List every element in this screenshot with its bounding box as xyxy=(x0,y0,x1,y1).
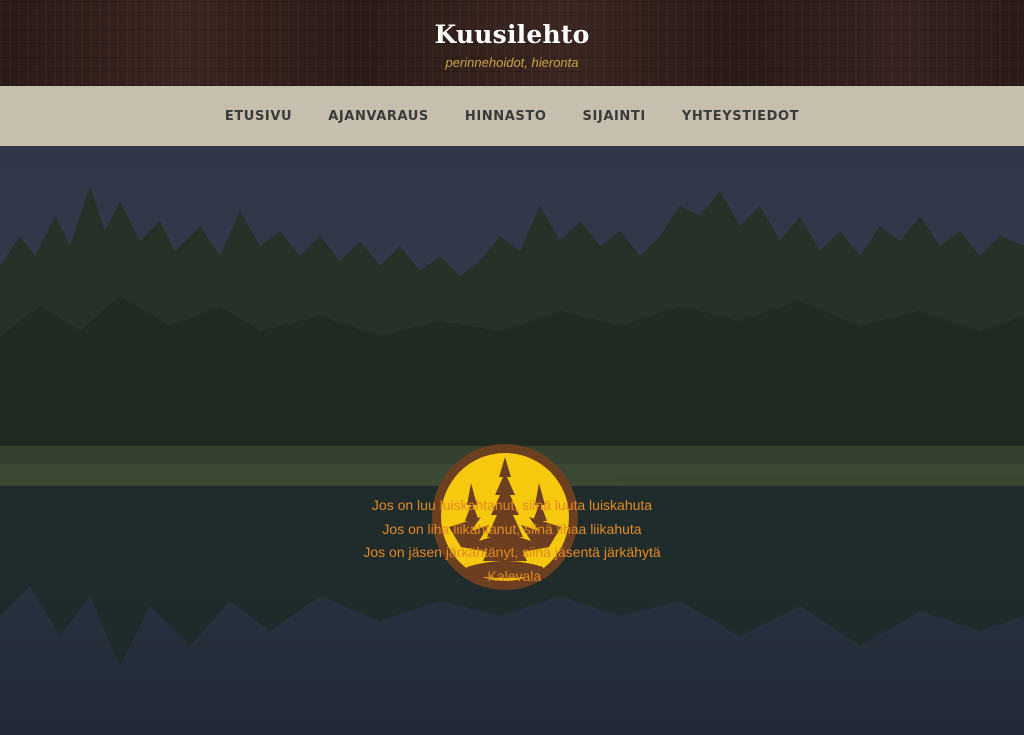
hero-section: Jos on luu luiskahtanut, siinä luuta lui… xyxy=(0,146,1024,735)
nav-item-sijainti[interactable]: SIJAINTI xyxy=(582,109,645,124)
site-title[interactable]: Kuusilehto xyxy=(0,20,1024,49)
nav-item-yhteystiedot[interactable]: YHTEYSTIEDOT xyxy=(682,109,799,124)
site-tagline: perinnehoidot, hieronta xyxy=(445,55,579,70)
quote-line: Jos on luu luiskahtanut, siinä luuta lui… xyxy=(371,497,653,513)
site-header: Kuusilehto perinnehoidot, hieronta xyxy=(0,0,1024,86)
nav-item-etusivu[interactable]: ETUSIVU xyxy=(225,109,292,124)
forest-lake-background xyxy=(0,146,1024,735)
kalevala-quote: Jos on luu luiskahtanut, siinä luuta lui… xyxy=(256,494,768,588)
quote-attribution: -Kalevala xyxy=(482,567,542,584)
main-navigation: ETUSIVU AJANVARAUS HINNASTO SIJAINTI YHT… xyxy=(0,86,1024,146)
quote-line: Jos on jäsen järkähtänyt, siinä jäsentä … xyxy=(363,544,661,560)
nav-item-ajanvaraus[interactable]: AJANVARAUS xyxy=(328,109,429,124)
nav-item-hinnasto[interactable]: HINNASTO xyxy=(465,109,547,124)
quote-line: Jos on liha liikahtanut, siinä lihaa lii… xyxy=(382,520,642,537)
